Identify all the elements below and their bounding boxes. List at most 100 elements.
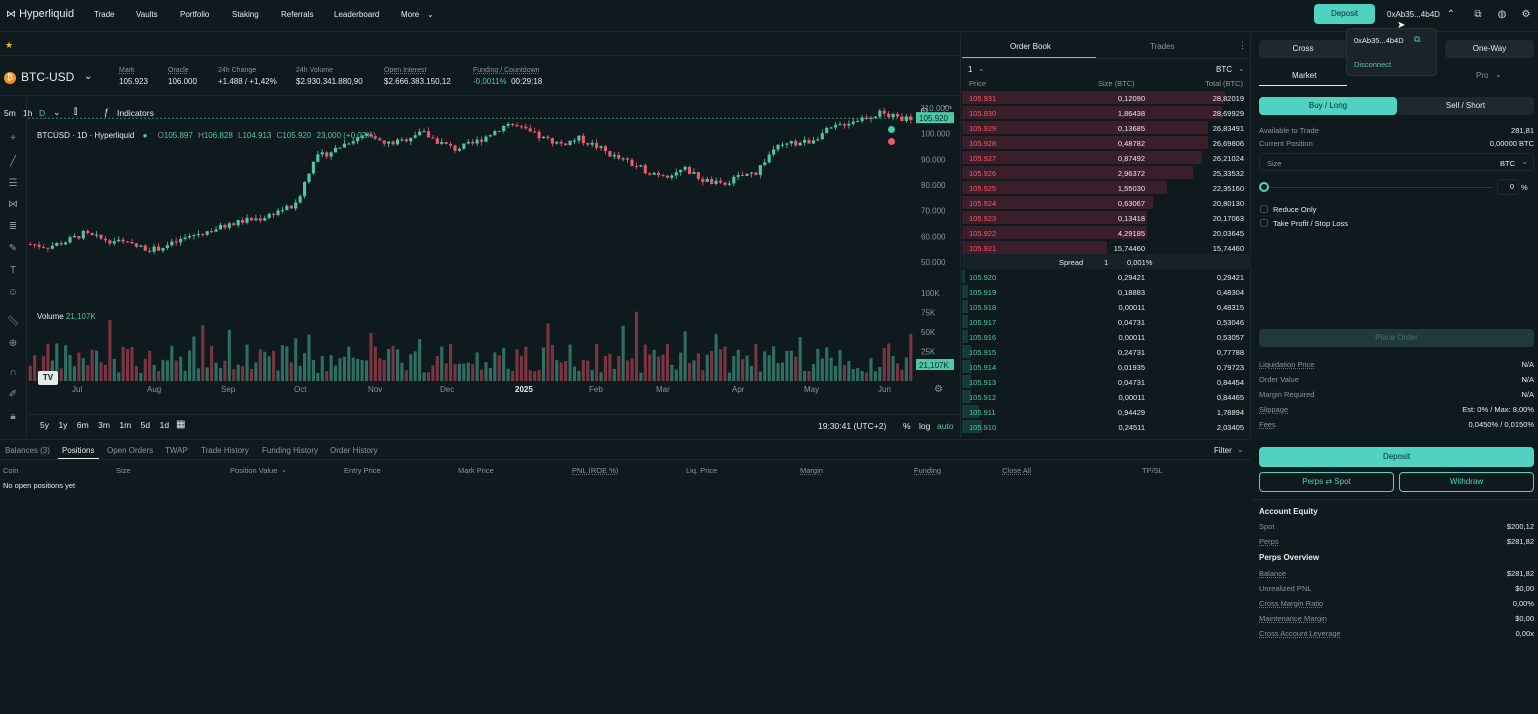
- brush-icon[interactable]: ✎: [6, 243, 20, 255]
- nav-portfolio[interactable]: Portfolio: [180, 10, 209, 19]
- ask-row[interactable]: 105.922 4,29185 20,03645: [962, 225, 1251, 240]
- ask-row[interactable]: 105.928 0,48782 26,69806: [962, 135, 1251, 150]
- bid-row[interactable]: 105.913 0,04731 0,84454: [962, 374, 1251, 389]
- crosshair-icon[interactable]: +: [6, 133, 20, 145]
- more-vertical-icon[interactable]: ⋮: [1238, 40, 1247, 51]
- nav-more[interactable]: More: [401, 10, 419, 19]
- perps-spot-transfer-button[interactable]: Perps ⇄ Spot: [1259, 472, 1394, 492]
- withdraw-button[interactable]: Withdraw: [1399, 472, 1534, 492]
- buy-long-button[interactable]: Buy / Long: [1259, 97, 1397, 115]
- slider-handle[interactable]: [1259, 182, 1269, 192]
- nav-staking[interactable]: Staking: [232, 10, 259, 19]
- bid-row[interactable]: 105.912 0,00011 0,84465: [962, 389, 1251, 404]
- copy-icon[interactable]: ⧉: [1414, 34, 1420, 45]
- tab-trades[interactable]: Trades: [1150, 42, 1175, 51]
- tradingview-logo[interactable]: TV: [38, 371, 58, 385]
- ask-row[interactable]: 105.931 0,12090 28,82019: [962, 90, 1251, 105]
- tab-bottom-6[interactable]: Order History: [330, 446, 378, 455]
- range-1y[interactable]: 1y: [58, 420, 67, 430]
- tab-market[interactable]: Market: [1292, 71, 1316, 80]
- bid-row[interactable]: 105.918 0,00011 0,48315: [962, 299, 1251, 314]
- nav-leaderboard[interactable]: Leaderboard: [334, 10, 379, 19]
- magnet-icon[interactable]: ∩: [6, 367, 20, 379]
- ask-row[interactable]: 105.929 0,13685 26,83491: [962, 120, 1251, 135]
- bid-row[interactable]: 105.914 0,01935 0,79723: [962, 359, 1251, 374]
- position-mode-button[interactable]: One-Way: [1445, 40, 1534, 58]
- sort-icon[interactable]: ⌄: [281, 465, 287, 474]
- nav-trade[interactable]: Trade: [94, 10, 115, 19]
- bid-row[interactable]: 105.910 0,24511 2,03405: [962, 419, 1251, 434]
- col-2[interactable]: Position Value: [230, 466, 277, 475]
- ask-row[interactable]: 105.927 0,87492 26,21024: [962, 150, 1251, 165]
- filter-button[interactable]: Filter: [1214, 446, 1232, 455]
- range-6m[interactable]: 6m: [77, 420, 89, 430]
- range-1m[interactable]: 1m: [119, 420, 131, 430]
- percent-toggle[interactable]: %: [903, 421, 911, 431]
- bid-row[interactable]: 105.916 0,00011 0,53057: [962, 329, 1251, 344]
- gear-icon[interactable]: ⚙: [1520, 9, 1532, 21]
- tab-bottom-4[interactable]: Trade History: [201, 446, 249, 455]
- reduce-only-checkbox[interactable]: [1260, 205, 1268, 213]
- range-5d[interactable]: 5d: [141, 420, 150, 430]
- zoom-in-icon[interactable]: ⊕: [6, 338, 20, 350]
- tab-bottom-1[interactable]: Positions: [62, 446, 94, 455]
- place-order-button[interactable]: Place Order: [1259, 329, 1534, 347]
- globe-icon[interactable]: ◍: [1496, 9, 1508, 21]
- app-logo[interactable]: ⋈ Hyperliquid: [6, 8, 74, 20]
- bid-row[interactable]: 105.915 0,24731 0,77788: [962, 344, 1251, 359]
- size-unit-select[interactable]: BTC: [1500, 159, 1515, 168]
- wallet-address-button[interactable]: 0xAb35...4b4D: [1387, 10, 1440, 19]
- ask-row[interactable]: 105.926 2,96372 25,33532: [962, 165, 1251, 180]
- disconnect-button[interactable]: Disconnect: [1354, 60, 1391, 69]
- range-5y[interactable]: 5y: [40, 420, 49, 430]
- tab-bottom-5[interactable]: Funding History: [262, 446, 318, 455]
- nav-referrals[interactable]: Referrals: [281, 10, 313, 19]
- lock-icon[interactable]: 🔒︎: [6, 411, 20, 423]
- tab-order-book[interactable]: Order Book: [1010, 42, 1051, 51]
- lock-drawing-icon[interactable]: ✐: [6, 389, 20, 401]
- interval-5m[interactable]: 5m: [4, 108, 16, 118]
- range-1d[interactable]: 1d: [160, 420, 169, 430]
- deposit-button[interactable]: Deposit: [1314, 4, 1375, 24]
- ask-row[interactable]: 105.921 15,74460 15,74460: [962, 240, 1251, 255]
- unit-select[interactable]: BTC: [1216, 65, 1232, 74]
- deposit-panel-button[interactable]: Deposit: [1259, 447, 1534, 467]
- nav-vaults[interactable]: Vaults: [136, 10, 158, 19]
- ask-row[interactable]: 105.925 1,55030 22,35160: [962, 180, 1251, 195]
- window-icon[interactable]: ⧉: [1472, 9, 1484, 21]
- text-icon[interactable]: T: [6, 265, 20, 277]
- tab-bottom-2[interactable]: Open Orders: [107, 446, 153, 455]
- range-3m[interactable]: 3m: [98, 420, 110, 430]
- group-size-select[interactable]: 1: [968, 65, 972, 74]
- tab-bottom-0[interactable]: Balances (3): [5, 446, 50, 455]
- fib-icon[interactable]: ≣: [6, 221, 20, 233]
- col-9[interactable]: Close All: [1002, 466, 1031, 475]
- chevron-up-icon[interactable]: ⌃: [1445, 9, 1457, 21]
- tab-pro[interactable]: Pro: [1476, 71, 1488, 80]
- auto-toggle[interactable]: auto: [937, 421, 954, 431]
- pattern-icon[interactable]: ⋈: [6, 199, 20, 211]
- size-input[interactable]: Size BTC ⌄: [1259, 153, 1534, 171]
- sell-short-button[interactable]: Sell / Short: [1397, 97, 1534, 115]
- bid-row[interactable]: 105.917 0,04731 0,53046: [962, 314, 1251, 329]
- log-toggle[interactable]: log: [919, 421, 930, 431]
- tab-bottom-3[interactable]: TWAP: [165, 446, 188, 455]
- chevron-down-icon[interactable]: ⌄: [84, 71, 92, 82]
- ask-row[interactable]: 105.930 1,86438 28,69929: [962, 105, 1251, 120]
- trendline-icon[interactable]: ╱: [6, 156, 20, 168]
- emoji-icon[interactable]: ☺: [6, 287, 20, 299]
- slider-percent-input[interactable]: 0: [1497, 179, 1519, 195]
- calendar-icon[interactable]: ▦: [176, 419, 185, 430]
- market-symbol-selector[interactable]: BTC-USD: [21, 70, 74, 84]
- bid-row[interactable]: 105.920 0,29421 0,29421: [962, 269, 1251, 284]
- margin-mode-button[interactable]: Cross: [1259, 40, 1347, 58]
- settings-icon[interactable]: ⚙: [934, 384, 943, 395]
- tpsl-checkbox[interactable]: [1260, 219, 1268, 227]
- ask-row[interactable]: 105.924 0,63067 20,80130: [962, 195, 1251, 210]
- bid-row[interactable]: 105.919 0,18883 0,48304: [962, 284, 1251, 299]
- favorite-star-icon[interactable]: ★: [5, 40, 13, 51]
- ask-row[interactable]: 105.923 0,13418 20,17063: [962, 210, 1251, 225]
- ruler-icon[interactable]: 📏︎: [6, 316, 20, 328]
- horizontal-lines-icon[interactable]: ☰: [6, 178, 20, 190]
- bid-row[interactable]: 105.911 0,94429 1,78894: [962, 404, 1251, 419]
